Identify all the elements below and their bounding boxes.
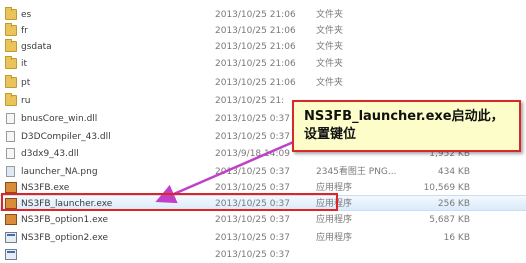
callout-text: NS3FB_launcher.exe启动此，设置键位 [304,109,504,142]
annotation-callout: NS3FB_launcher.exe启动此，设置键位 [292,100,521,152]
row-highlight-box [1,193,338,211]
